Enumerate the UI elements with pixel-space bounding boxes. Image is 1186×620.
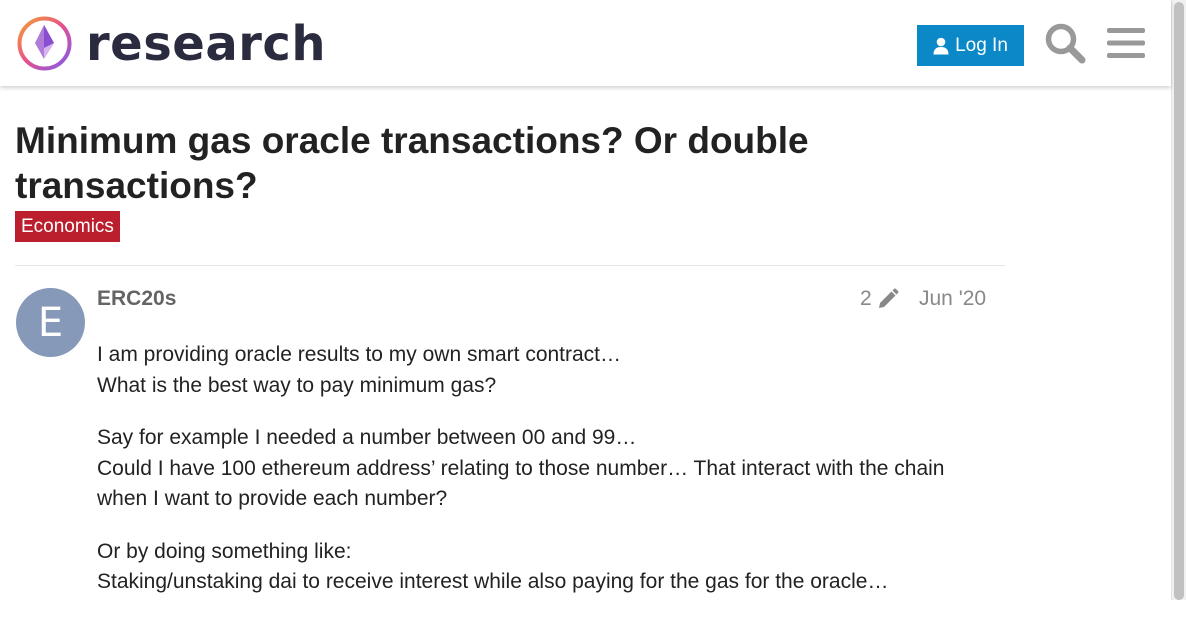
pencil-icon: [878, 288, 899, 308]
search-icon[interactable]: [1044, 22, 1086, 64]
post-date[interactable]: Jun '20: [919, 286, 986, 312]
post-paragraph: I am providing oracle results to my own …: [97, 340, 997, 401]
site-name: research: [86, 15, 327, 72]
avatar[interactable]: E: [16, 288, 85, 357]
edit-count: 2: [860, 287, 872, 310]
topic-divider: [15, 265, 1005, 266]
ethereum-research-logo-icon: [17, 16, 72, 71]
scrollbar-thumb[interactable]: [1174, 2, 1184, 600]
post-line: Staking/unstaking dai to receive interes…: [97, 570, 889, 593]
hamburger-menu-icon[interactable]: [1107, 26, 1145, 60]
post-line: Say for example I needed a number betwee…: [97, 426, 637, 449]
edit-history-button[interactable]: 2: [860, 286, 899, 312]
post-body: I am providing oracle results to my own …: [97, 340, 997, 620]
user-icon: [933, 37, 949, 54]
post-line: What is the best way to pay minimum gas?: [97, 373, 497, 397]
post-paragraph: Say for example I needed a number betwee…: [97, 423, 997, 515]
login-label: Log In: [955, 34, 1008, 56]
site-header: research Log In: [0, 0, 1171, 86]
post-line: Or by doing something like:: [97, 539, 352, 563]
category-badge[interactable]: Economics: [15, 211, 120, 242]
login-button[interactable]: Log In: [917, 25, 1024, 66]
post-line: Could I have 100 ethereum address’ relat…: [97, 456, 945, 511]
post-username[interactable]: ERC20s: [97, 286, 176, 312]
site-logo[interactable]: research: [16, 15, 326, 72]
post-line: I am providing oracle results to my own …: [97, 343, 622, 366]
topic-title[interactable]: Minimum gas oracle transactions? Or doub…: [15, 118, 935, 208]
post-paragraph: Or by doing something like: Staking/unst…: [97, 537, 997, 598]
